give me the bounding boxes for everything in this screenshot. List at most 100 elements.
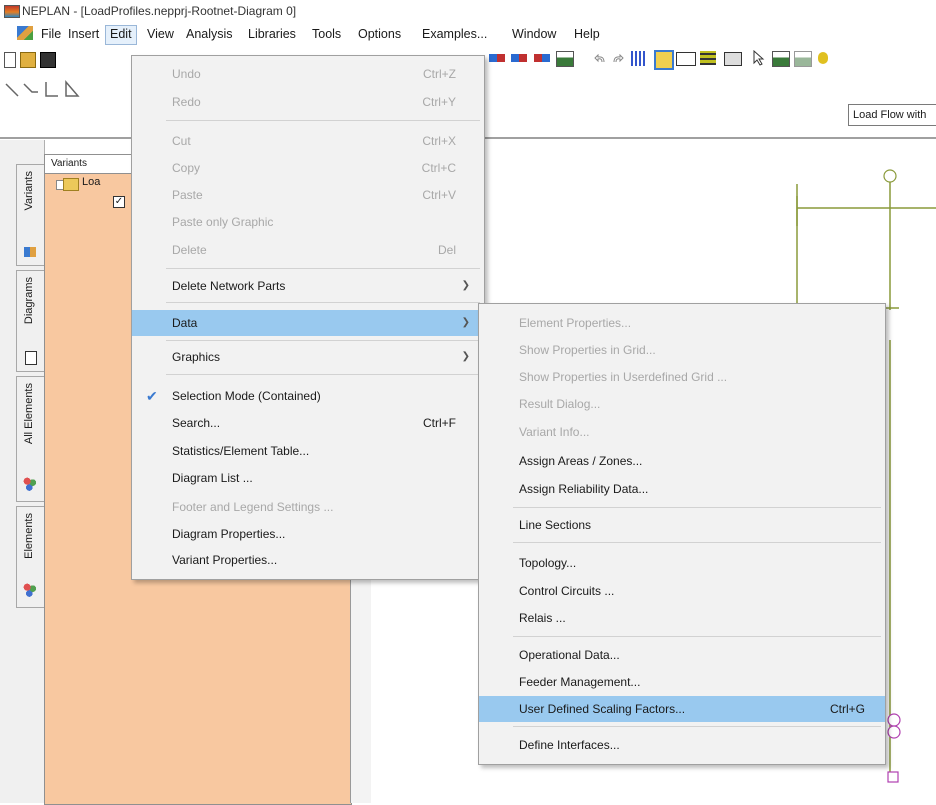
menu-item-paste-only-graphic[interactable]: Paste only Graphic: [132, 211, 484, 233]
menu-item-copy[interactable]: Copy Ctrl+C: [132, 157, 484, 179]
menu-item-show-properties-grid[interactable]: Show Properties in Grid...: [479, 339, 885, 361]
menu-item-label: Undo: [172, 67, 201, 81]
pointer-icon[interactable]: [752, 49, 766, 66]
menu-item-label: Define Interfaces...: [519, 738, 620, 752]
folder-icon: [63, 178, 79, 191]
tab-variants[interactable]: Variants: [16, 164, 46, 266]
select-area-icon[interactable]: [654, 50, 674, 70]
bars-icon[interactable]: [700, 51, 716, 65]
menu-item-diagram-properties[interactable]: Diagram Properties...: [132, 523, 484, 545]
shortcut-label: Del: [437, 243, 456, 257]
window-icon[interactable]: [724, 52, 742, 66]
menu-separator: [166, 268, 480, 269]
submenu-arrow-icon: ❯: [461, 280, 470, 291]
menu-item-paste[interactable]: Paste Ctrl+V: [132, 184, 484, 206]
menu-item-delete-network-parts[interactable]: Delete Network Parts ❯: [132, 275, 484, 297]
menu-item-assign-reliability[interactable]: Assign Reliability Data...: [479, 478, 885, 500]
menu-item-diagram-list[interactable]: Diagram List ...: [132, 467, 484, 489]
open-folder-icon[interactable]: [20, 52, 36, 68]
menu-separator: [513, 507, 881, 508]
menu-analysis[interactable]: Analysis: [182, 25, 237, 43]
menu-item-label: Delete Network Parts: [172, 279, 286, 293]
menu-item-search[interactable]: Search... Ctrl+F: [132, 412, 484, 434]
menu-options[interactable]: Options: [354, 25, 405, 43]
element-tool-icon[interactable]: [489, 54, 505, 62]
menu-item-user-defined-scaling-factors[interactable]: User Defined Scaling Factors... Ctrl+G: [479, 696, 885, 722]
document-menu-icon[interactable]: [17, 26, 33, 40]
new-document-icon[interactable]: [4, 52, 16, 68]
menu-separator: [513, 542, 881, 543]
menu-separator: [166, 302, 480, 303]
variant-checkbox[interactable]: ✓: [113, 196, 125, 208]
menu-help[interactable]: Help: [570, 25, 604, 43]
shortcut-label: Ctrl+C: [421, 161, 456, 175]
menu-item-footer-legend[interactable]: Footer and Legend Settings ...: [132, 496, 484, 518]
menu-item-operational-data[interactable]: Operational Data...: [479, 644, 885, 666]
redo-icon[interactable]: [612, 53, 624, 63]
menu-item-label: Footer and Legend Settings ...: [172, 500, 334, 514]
menu-item-data[interactable]: Data ❯: [132, 310, 484, 336]
diagram-icon: [25, 351, 37, 365]
menu-tools[interactable]: Tools: [308, 25, 345, 43]
menu-view[interactable]: View: [143, 25, 178, 43]
menu-item-result-dialog[interactable]: Result Dialog...: [479, 393, 885, 415]
menu-item-variant-properties[interactable]: Variant Properties...: [132, 549, 484, 571]
menu-item-label: User Defined Scaling Factors...: [519, 702, 686, 716]
menu-item-element-properties[interactable]: Element Properties...: [479, 312, 885, 334]
dock-tabs: Variants Diagrams All Elements Elements: [0, 140, 46, 803]
tab-diagrams[interactable]: Diagrams: [16, 270, 46, 372]
menu-insert[interactable]: Insert: [64, 25, 103, 43]
menu-item-cut[interactable]: Cut Ctrl+X: [132, 130, 484, 152]
menu-item-show-properties-userdefined-grid[interactable]: Show Properties in Userdefined Grid ...: [479, 366, 885, 388]
menu-item-graphics[interactable]: Graphics ❯: [132, 346, 484, 368]
table-icon[interactable]: [676, 52, 696, 66]
element-tool-icon[interactable]: [511, 54, 527, 62]
menu-item-label: Graphics: [172, 350, 221, 364]
menu-separator: [166, 374, 480, 375]
menu-item-delete[interactable]: Delete Del: [132, 239, 484, 261]
shortcut-label: Ctrl+Z: [423, 67, 456, 81]
menu-examples[interactable]: Examples...: [418, 25, 491, 43]
menu-item-undo[interactable]: Undo Ctrl+Z: [132, 63, 484, 85]
menu-item-label: Diagram Properties...: [172, 527, 286, 541]
menu-window[interactable]: Window: [508, 25, 560, 43]
element-tool-icon[interactable]: [534, 54, 550, 62]
menu-item-label: Operational Data...: [519, 648, 620, 662]
menu-item-control-circuits[interactable]: Control Circuits ...: [479, 580, 885, 602]
line-drawing-icons[interactable]: [4, 76, 134, 106]
tab-diagrams-label: Diagrams: [23, 277, 35, 325]
calculation-mode-dropdown[interactable]: Load Flow with: [848, 104, 936, 126]
properties-icon[interactable]: [794, 51, 812, 67]
menu-edit[interactable]: Edit: [105, 25, 137, 45]
properties-icon[interactable]: [556, 51, 574, 67]
menu-item-label: Variant Info...: [519, 425, 590, 439]
menu-item-relais[interactable]: Relais ...: [479, 607, 885, 629]
menu-item-line-sections[interactable]: Line Sections: [479, 514, 885, 536]
bulb-icon[interactable]: [818, 52, 828, 64]
menu-item-label: Diagram List ...: [172, 471, 253, 485]
menu-item-statistics[interactable]: Statistics/Element Table...: [132, 440, 484, 462]
submenu-arrow-icon: ❯: [461, 317, 470, 328]
undo-icon[interactable]: [594, 53, 606, 63]
window-title: NEPLAN - [LoadProfiles.nepprj-Rootnet-Di…: [22, 4, 297, 18]
menu-item-topology[interactable]: Topology...: [479, 552, 885, 574]
menu-item-label: Feeder Management...: [519, 675, 641, 689]
shortcut-label: Ctrl+Y: [422, 95, 456, 109]
menu-item-variant-info[interactable]: Variant Info...: [479, 421, 885, 443]
menu-file[interactable]: File: [37, 25, 65, 43]
menu-libraries[interactable]: Libraries: [244, 25, 300, 43]
properties-icon[interactable]: [772, 51, 790, 67]
save-icon[interactable]: [40, 52, 56, 68]
menu-item-feeder-management[interactable]: Feeder Management...: [479, 671, 885, 693]
menu-item-define-interfaces[interactable]: Define Interfaces...: [479, 734, 885, 756]
grid-icon[interactable]: [631, 51, 646, 66]
menu-item-label: Variant Properties...: [172, 553, 278, 567]
tree-item-label[interactable]: Loa: [82, 176, 100, 188]
menu-item-assign-areas[interactable]: Assign Areas / Zones...: [479, 450, 885, 472]
menu-item-selection-mode[interactable]: ✔ Selection Mode (Contained): [132, 385, 484, 407]
variants-icon: [24, 247, 36, 257]
menu-separator: [513, 726, 881, 727]
tab-all-elements[interactable]: All Elements: [16, 376, 46, 502]
tab-elements[interactable]: Elements: [16, 506, 46, 608]
menu-item-redo[interactable]: Redo Ctrl+Y: [132, 91, 484, 113]
